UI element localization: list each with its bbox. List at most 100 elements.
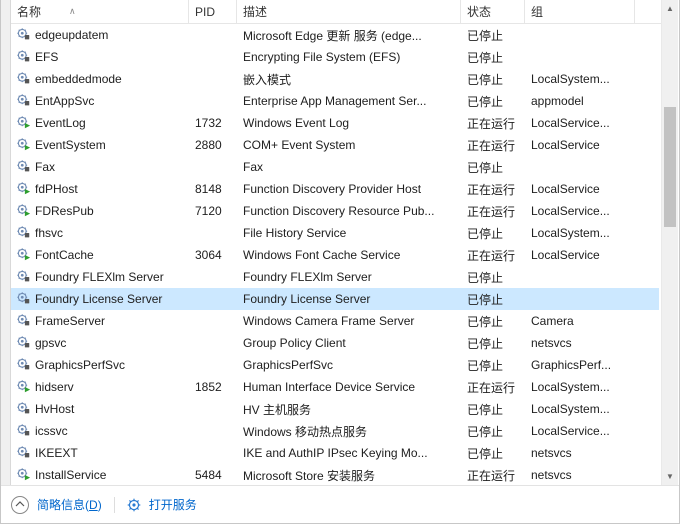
- table-row[interactable]: edgeupdatem Microsoft Edge 更新 服务 (edge..…: [11, 24, 659, 46]
- cell-group: LocalSystem...: [525, 380, 635, 394]
- scroll-up-button[interactable]: ▲: [662, 0, 678, 17]
- cell-status: 已停止: [461, 401, 525, 418]
- service-stopped-icon: [17, 424, 31, 438]
- table-row[interactable]: icssvcWindows 移动热点服务已停止LocalService...: [11, 420, 659, 442]
- brief-info-hotkey: D: [89, 498, 98, 512]
- table-row[interactable]: FaxFax已停止: [11, 156, 659, 178]
- cell-group: Camera: [525, 314, 635, 328]
- cell-name: EFS: [11, 50, 189, 64]
- cell-status: 正在运行: [461, 467, 525, 484]
- cell-group: LocalSystem...: [525, 402, 635, 416]
- table-row[interactable]: fdPHost8148Function Discovery Provider H…: [11, 178, 659, 200]
- service-running-icon: [17, 380, 31, 394]
- service-name-label: IKEEXT: [35, 446, 78, 460]
- service-running-icon: [17, 182, 31, 196]
- service-stopped-icon: [17, 402, 31, 416]
- collapse-icon[interactable]: [11, 496, 29, 514]
- table-row[interactable]: GraphicsPerfSvcGraphicsPerfSvc已停止Graphic…: [11, 354, 659, 376]
- cell-pid: 2880: [189, 138, 237, 152]
- cell-name: IKEEXT: [11, 446, 189, 460]
- cell-status: 正在运行: [461, 137, 525, 154]
- cell-name: embeddedmode: [11, 72, 189, 86]
- cell-status: 正在运行: [461, 181, 525, 198]
- cell-group: LocalSystem...: [525, 72, 635, 86]
- open-services-link[interactable]: 打开服务: [149, 496, 197, 513]
- cell-name: FDResPub: [11, 204, 189, 218]
- table-row[interactable]: gpsvcGroup Policy Client已停止netsvcs: [11, 332, 659, 354]
- cell-name: hidserv: [11, 380, 189, 394]
- table-row[interactable]: EntAppSvcEnterprise App Management Ser..…: [11, 90, 659, 112]
- table-row[interactable]: FDResPub7120Function Discovery Resource …: [11, 200, 659, 222]
- cell-desc: Foundry FLEXlm Server: [237, 270, 461, 284]
- service-name-label: Fax: [35, 160, 55, 174]
- services-panel: 名称 ∧ PID 描述 状态 组 edgeupdatem Microsoft E…: [0, 0, 680, 524]
- cell-desc: GraphicsPerfSvc: [237, 358, 461, 372]
- cell-name: EntAppSvc: [11, 94, 189, 108]
- table-row[interactable]: fhsvcFile History Service已停止LocalSystem.…: [11, 222, 659, 244]
- service-name-label: EFS: [35, 50, 58, 64]
- table-row[interactable]: IKEEXTIKE and AuthIP IPsec Keying Mo...已…: [11, 442, 659, 464]
- col-header-desc[interactable]: 描述: [237, 0, 461, 23]
- cell-name: EventSystem: [11, 138, 189, 152]
- service-name-label: embeddedmode: [35, 72, 122, 86]
- scroll-down-button[interactable]: ▼: [662, 468, 678, 485]
- table-row[interactable]: EventLog1732Windows Event Log正在运行LocalSe…: [11, 112, 659, 134]
- col-header-pid[interactable]: PID: [189, 0, 237, 23]
- vertical-scrollbar[interactable]: ▲ ▼: [661, 0, 678, 485]
- service-stopped-icon: [17, 336, 31, 350]
- cell-name: GraphicsPerfSvc: [11, 358, 189, 372]
- cell-status: 已停止: [461, 159, 525, 176]
- cell-pid: 7120: [189, 204, 237, 218]
- table-row[interactable]: Foundry FLEXlm ServerFoundry FLEXlm Serv…: [11, 266, 659, 288]
- service-name-label: hidserv: [35, 380, 74, 394]
- cell-pid: 8148: [189, 182, 237, 196]
- service-stopped-icon: [17, 270, 31, 284]
- cell-name: FontCache: [11, 248, 189, 262]
- col-header-name[interactable]: 名称 ∧: [11, 0, 189, 23]
- table-row[interactable]: HvHostHV 主机服务已停止LocalSystem...: [11, 398, 659, 420]
- service-stopped-icon: [17, 226, 31, 240]
- cell-status: 已停止: [461, 291, 525, 308]
- cell-desc: Foundry License Server: [237, 292, 461, 306]
- cell-status: 正在运行: [461, 247, 525, 264]
- cell-desc: 嵌入模式: [237, 71, 461, 88]
- cell-name: EventLog: [11, 116, 189, 130]
- cell-pid: 3064: [189, 248, 237, 262]
- table-row[interactable]: EFSEncrypting File System (EFS)已停止: [11, 46, 659, 68]
- cell-status: 已停止: [461, 27, 525, 44]
- cell-name: InstallService: [11, 468, 189, 482]
- table-row[interactable]: FontCache3064Windows Font Cache Service正…: [11, 244, 659, 266]
- table-row[interactable]: FrameServerWindows Camera Frame Server已停…: [11, 310, 659, 332]
- service-running-icon: [17, 116, 31, 130]
- cell-desc: Windows Camera Frame Server: [237, 314, 461, 328]
- col-header-group[interactable]: 组: [525, 0, 635, 23]
- cell-status: 已停止: [461, 269, 525, 286]
- service-stopped-icon: [17, 314, 31, 328]
- col-header-status[interactable]: 状态: [461, 0, 525, 23]
- table-row[interactable]: hidserv1852Human Interface Device Servic…: [11, 376, 659, 398]
- cell-status: 正在运行: [461, 115, 525, 132]
- cell-pid: 1732: [189, 116, 237, 130]
- table-body: edgeupdatem Microsoft Edge 更新 服务 (edge..…: [11, 24, 659, 485]
- table-row[interactable]: InstallService5484Microsoft Store 安装服务正在…: [11, 464, 659, 485]
- cell-status: 正在运行: [461, 203, 525, 220]
- service-name-label: fhsvc: [35, 226, 63, 240]
- service-stopped-icon: [17, 94, 31, 108]
- service-stopped-icon: [17, 446, 31, 460]
- cell-pid: 5484: [189, 468, 237, 482]
- scroll-thumb[interactable]: [664, 107, 676, 227]
- table-row[interactable]: embeddedmode嵌入模式已停止LocalSystem...: [11, 68, 659, 90]
- service-name-label: edgeupdatem: [35, 28, 108, 42]
- brief-info-link[interactable]: 简略信息(D): [37, 496, 102, 513]
- cell-group: LocalService...: [525, 204, 635, 218]
- service-stopped-icon: [17, 50, 31, 64]
- table-row[interactable]: Foundry License ServerFoundry License Se…: [11, 288, 659, 310]
- service-stopped-icon: [17, 292, 31, 306]
- scroll-track[interactable]: [662, 17, 678, 468]
- cell-group: LocalService...: [525, 116, 635, 130]
- cell-desc: Human Interface Device Service: [237, 380, 461, 394]
- cell-desc: Windows 移动热点服务: [237, 423, 461, 440]
- table-row[interactable]: EventSystem2880COM+ Event System正在运行Loca…: [11, 134, 659, 156]
- cell-desc: Windows Event Log: [237, 116, 461, 130]
- cell-desc: Function Discovery Provider Host: [237, 182, 461, 196]
